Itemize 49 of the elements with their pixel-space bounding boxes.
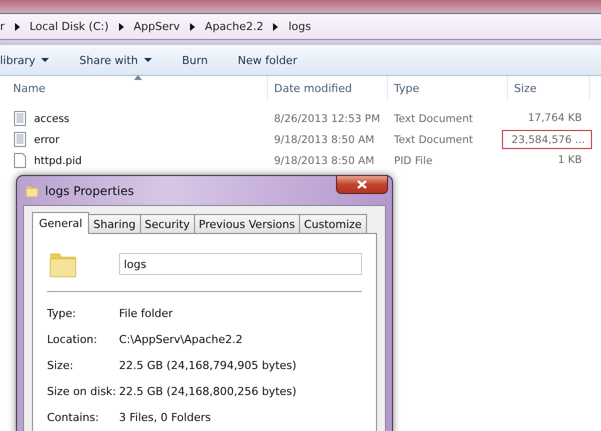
- breadcrumb-item[interactable]: Apache2.2: [204, 20, 264, 33]
- size-cell: 23,584,576 ...: [502, 130, 592, 149]
- file-name[interactable]: error: [34, 134, 60, 146]
- file-name[interactable]: access: [34, 112, 70, 124]
- name-field[interactable]: logs: [118, 253, 362, 275]
- dialog-title: logs Properties: [45, 184, 134, 198]
- date-cell-text: 9/18/2013 8:50 AM: [273, 134, 376, 146]
- toolbar-button[interactable]: Burn: [166, 47, 223, 73]
- text-document-icon: [14, 111, 26, 126]
- breadcrumb-arrow-icon[interactable]: [14, 22, 20, 30]
- size-cell-text: 17,764 KB: [526, 111, 583, 126]
- close-icon: [357, 180, 367, 189]
- toolbar-button[interactable]: library: [0, 47, 64, 73]
- breadcrumb-item[interactable]: Local Disk (C:): [30, 20, 109, 33]
- blank-file-icon: [14, 153, 26, 168]
- breadcrumb-item[interactable]: AppServ: [134, 20, 180, 33]
- caret-icon: [144, 58, 152, 62]
- property-value: 3 Files, 0 Folders: [119, 410, 212, 424]
- date-cell-text: 9/18/2013 8:50 AM: [273, 154, 376, 166]
- toolbar-button[interactable]: New folder: [222, 47, 312, 73]
- property-value: 22.5 GB (24,168,800,256 bytes): [119, 384, 298, 398]
- property-label: Size on disk:: [47, 384, 118, 398]
- tab[interactable]: Previous Versions: [194, 214, 300, 233]
- type-cell-text: PID File: [393, 154, 434, 166]
- breadcrumb-item[interactable]: r: [0, 20, 5, 33]
- property-value: File folder: [119, 306, 174, 320]
- file-name[interactable]: httpd.pid: [34, 154, 82, 166]
- property-label: Type:: [47, 306, 77, 320]
- tab[interactable]: Customize: [298, 214, 367, 233]
- text-document-icon: [14, 132, 26, 147]
- property-label: Contains:: [47, 410, 100, 424]
- breadcrumb-arrow-icon[interactable]: [190, 22, 195, 30]
- tab[interactable]: General: [32, 212, 90, 234]
- close-button[interactable]: [336, 175, 388, 194]
- property-label: Size:: [47, 358, 74, 372]
- tab[interactable]: Security: [140, 214, 195, 233]
- caret-icon: [41, 58, 50, 62]
- property-value: 22.5 GB (24,168,794,905 bytes): [119, 358, 298, 372]
- toolbar-button[interactable]: Share with: [64, 47, 167, 73]
- type-cell-text: Text Document: [393, 134, 474, 146]
- date-cell-text: 8/26/2013 12:53 PM: [273, 112, 382, 124]
- type-cell-text: Text Document: [393, 112, 474, 124]
- tab[interactable]: Sharing: [88, 214, 141, 233]
- size-cell-text: 1 KB: [556, 153, 583, 168]
- property-label: Location:: [47, 332, 98, 346]
- breadcrumb-arrow-icon[interactable]: [118, 22, 124, 30]
- breadcrumb-item[interactable]: logs: [288, 20, 311, 33]
- property-value: C:\AppServ\Apache2.2: [119, 332, 244, 346]
- breadcrumb-arrow-icon[interactable]: [273, 22, 278, 30]
